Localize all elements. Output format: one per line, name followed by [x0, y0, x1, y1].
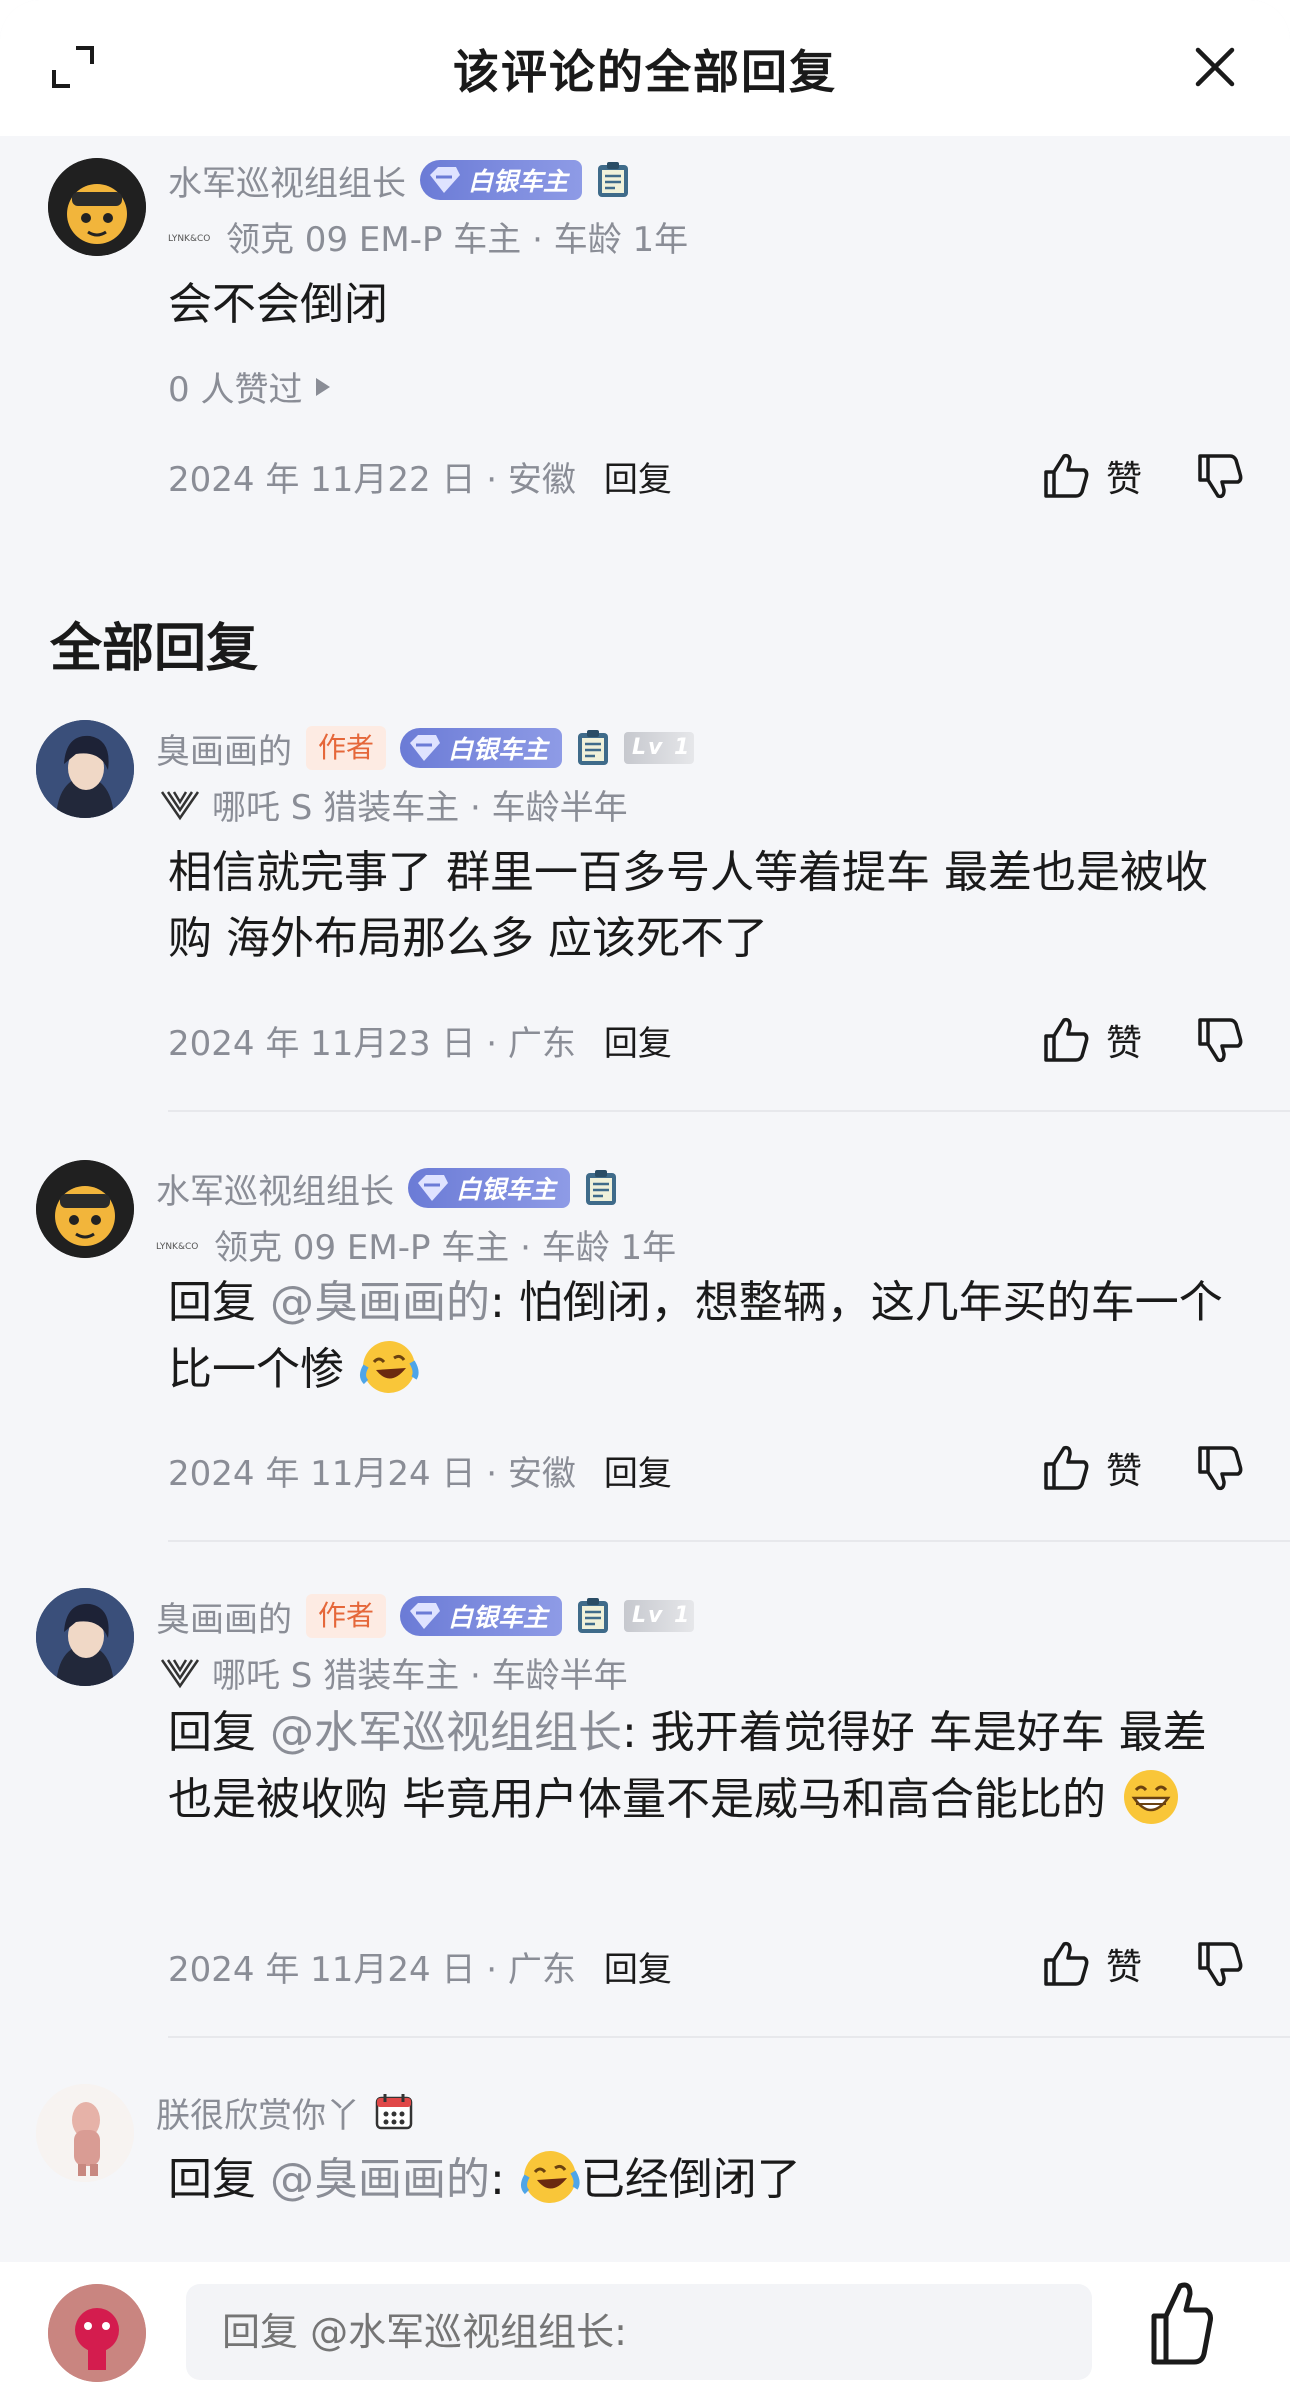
divider [168, 2036, 1290, 2038]
my-avatar[interactable] [48, 2284, 146, 2382]
likes-summary[interactable]: 0 人赞过 [168, 362, 331, 411]
thumb-up-icon[interactable] [1040, 1938, 1092, 1990]
neta-logo [160, 1658, 200, 1688]
reply-input[interactable] [186, 2284, 1092, 2380]
like-label[interactable]: 赞 [1106, 1442, 1142, 1494]
car-info: 领克 09 EM-P 车主 · 车龄 1年 [226, 220, 689, 260]
replies-sheet: 该评论的全部回复 水军巡视组组长 白银车主 LYNK&CO 领克 09 EM-P… [0, 0, 1290, 2391]
reply-composer [0, 2262, 1290, 2391]
lynkco-logo: LYNK&CO [156, 1242, 198, 1252]
thumb-up-icon[interactable] [1040, 1014, 1092, 1066]
reply-button[interactable]: 回复 [604, 1942, 672, 1991]
like-label[interactable]: 赞 [1106, 1014, 1142, 1066]
likes-count: 0 人赞过 [168, 370, 303, 410]
reply-button[interactable]: 回复 [604, 452, 672, 501]
thumb-down-icon[interactable] [1194, 1938, 1246, 1990]
divider [168, 1540, 1290, 1542]
badge-label: 白银车主 [448, 1603, 549, 1632]
mention-link[interactable]: @臭画画的 [270, 1277, 490, 1328]
mention-link[interactable]: @水军巡视组组长 [270, 1707, 622, 1758]
gem-icon [410, 735, 441, 761]
badge-label: 白银车主 [468, 167, 569, 196]
date-location: 2024 年 11月24 日 · 安徽 [168, 1454, 576, 1494]
clipboard-icon [578, 1598, 609, 1633]
level-badge: Lv 1 [624, 1600, 695, 1632]
clipboard-icon [598, 162, 629, 197]
thumb-down-icon[interactable] [1194, 450, 1246, 502]
neta-logo [160, 790, 200, 820]
section-title: 全部回复 [50, 619, 259, 679]
thumb-down-icon[interactable] [1194, 1014, 1246, 1066]
username[interactable]: 朕很欣赏你丫 [156, 2088, 360, 2137]
reply-button[interactable]: 回复 [604, 1016, 672, 1065]
badge-label: 白银车主 [448, 735, 549, 764]
avatar[interactable] [36, 1160, 134, 1258]
badge-label: 白银车主 [456, 1175, 557, 1204]
thumb-up-icon[interactable] [1040, 450, 1092, 502]
username[interactable]: 臭画画的 [156, 1592, 292, 1641]
laugh-cry-emoji [520, 2151, 580, 2203]
comment-text: 回复 @臭画画的: 已经倒闭了 [168, 2146, 1238, 2213]
date-location: 2024 年 11月23 日 · 广东 [168, 1024, 576, 1064]
date-location: 2024 年 11月22 日 · 安徽 [168, 460, 576, 500]
silver-owner-badge: 白银车主 [420, 160, 583, 200]
comment-text: 会不会倒闭 [168, 279, 388, 330]
like-label[interactable]: 赞 [1106, 450, 1142, 502]
close-icon[interactable] [1190, 42, 1240, 92]
lynkco-logo: LYNK&CO [168, 234, 210, 244]
reply-prefix: 回复 [168, 1277, 256, 1328]
silver-owner-badge: 白银车主 [400, 728, 563, 768]
gem-icon [418, 1175, 448, 1201]
comment-text: 回复 @水军巡视组组长: 我开着觉得好 车是好车 最差也是被收购 毕竟用户体量不… [168, 1700, 1238, 1833]
date-location: 2024 年 11月24 日 · 广东 [168, 1950, 576, 1990]
car-info: 哪吒 S 猎装车主 · 车龄半年 [212, 1656, 628, 1696]
reply-button[interactable]: 回复 [604, 1446, 672, 1495]
avatar[interactable] [36, 1588, 134, 1686]
avatar[interactable] [48, 158, 146, 256]
username[interactable]: 水军巡视组组长 [156, 1164, 394, 1213]
page-title: 该评论的全部回复 [453, 45, 837, 99]
avatar[interactable] [36, 720, 134, 818]
avatar[interactable] [36, 2084, 134, 2182]
reply-prefix: 回复 [168, 1707, 256, 1758]
like-label[interactable]: 赞 [1106, 1938, 1142, 1990]
divider [168, 1110, 1290, 1112]
level-badge: Lv 1 [624, 732, 695, 764]
username[interactable]: 水军巡视组组长 [168, 156, 406, 205]
reply-prefix: 回复 [168, 2154, 256, 2205]
svg-text:LYNK&CO: LYNK&CO [156, 1242, 198, 1252]
play-arrow-icon [316, 377, 331, 396]
clipboard-icon [578, 730, 609, 765]
username[interactable]: 臭画画的 [156, 724, 292, 773]
gem-icon [430, 167, 460, 193]
reply-body: 已经倒闭了 [580, 2154, 801, 2205]
comment-text: 回复 @臭画画的: 怕倒闭，想整辆，这几年买的车一个比一个惨 [168, 1270, 1228, 1403]
car-info: 哪吒 S 猎装车主 · 车龄半年 [212, 788, 628, 828]
laugh-cry-emoji [360, 1341, 419, 1393]
grin-emoji [1123, 1770, 1178, 1824]
silver-owner-badge: 白银车主 [408, 1168, 571, 1208]
car-info: 领克 09 EM-P 车主 · 车龄 1年 [214, 1228, 677, 1268]
thumb-up-icon[interactable] [1148, 2276, 1216, 2380]
author-tag: 作者 [306, 726, 387, 770]
thumb-down-icon[interactable] [1194, 1442, 1246, 1494]
clipboard-icon [586, 1170, 617, 1205]
gem-icon [410, 1603, 441, 1629]
svg-text:LYNK&CO: LYNK&CO [168, 234, 210, 244]
thumb-up-icon[interactable] [1040, 1442, 1092, 1494]
silver-owner-badge: 白银车主 [400, 1596, 563, 1636]
mention-link[interactable]: @臭画画的 [270, 2154, 490, 2205]
sheet-header: 该评论的全部回复 [0, 0, 1290, 136]
author-tag: 作者 [306, 1594, 387, 1638]
comment-text: 相信就完事了 群里一百多号人等着提车 最差也是被收购 海外布局那么多 应该死不了 [168, 847, 1208, 964]
calendar-icon [375, 2094, 413, 2130]
